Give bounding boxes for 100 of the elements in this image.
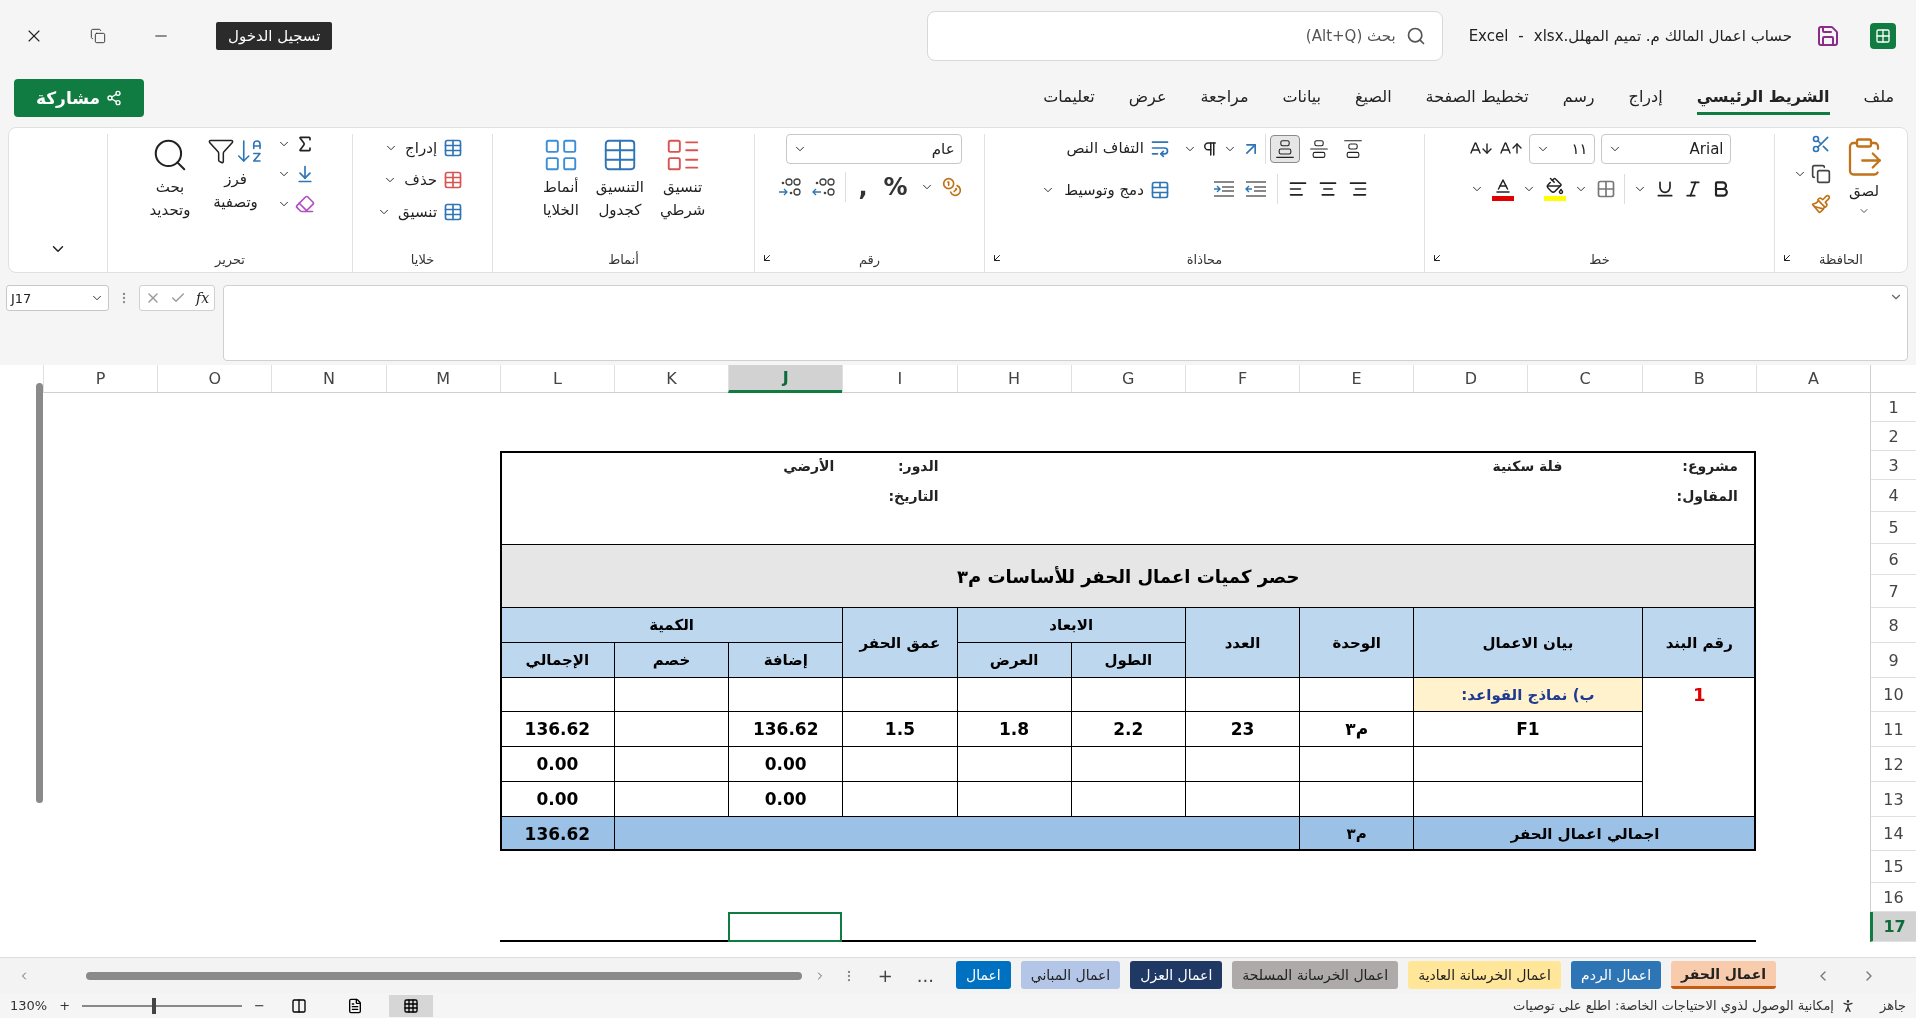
cells-button[interactable]: إدراج — [400, 134, 469, 162]
row-header[interactable]: 4 — [1870, 480, 1916, 512]
sheet-tab[interactable]: اعمال الخرسانة المسلحة — [1232, 961, 1399, 989]
row-header[interactable]: 10 — [1870, 678, 1916, 712]
dialog-launcher-icon[interactable] — [761, 252, 773, 264]
increase-decimal-icon[interactable] — [777, 176, 804, 198]
column-header[interactable]: H — [956, 365, 1071, 393]
formula-input[interactable] — [223, 285, 1908, 361]
name-box[interactable]: J17 — [6, 285, 109, 311]
ribbon-tab[interactable]: رسم — [1562, 81, 1595, 115]
column-header[interactable]: A — [1755, 365, 1870, 393]
row-header[interactable]: 2 — [1870, 422, 1916, 451]
copy-icon[interactable] — [1811, 164, 1831, 184]
column-header[interactable]: C — [1527, 365, 1642, 393]
row-header[interactable]: 12 — [1870, 747, 1916, 782]
column-header[interactable]: M — [385, 365, 500, 393]
currency-icon[interactable] — [941, 177, 962, 197]
insert-function-button[interactable]: fx — [196, 290, 210, 306]
sheet-tab[interactable]: اعمال العزل — [1130, 961, 1223, 989]
sign-in-button[interactable]: تسجيل الدخول — [216, 22, 333, 50]
indent-decrease-icon[interactable] — [1244, 180, 1267, 198]
column-header[interactable]: J — [728, 365, 843, 393]
row-header[interactable]: 17 — [1870, 912, 1916, 942]
ribbon-tab[interactable]: تخطيط الصفحة — [1425, 81, 1529, 115]
column-header[interactable]: L — [499, 365, 614, 393]
row-header[interactable]: 13 — [1870, 782, 1916, 817]
eraser-icon[interactable] — [294, 194, 315, 214]
ribbon-tab[interactable]: تعليمات — [1043, 81, 1095, 115]
decrease-decimal-icon[interactable] — [811, 176, 838, 198]
row-header[interactable]: 16 — [1870, 883, 1916, 912]
sort-filter-button[interactable]: فرز وتصفية — [202, 134, 269, 214]
zoom-slider-thumb[interactable] — [152, 997, 157, 1014]
accessibility-link[interactable]: إمكانية الوصول لذوي الاحتياجات الخاصة: اطلع على توصيات — [1513, 998, 1834, 1013]
save-icon[interactable] — [1816, 24, 1840, 48]
dialog-launcher-icon[interactable] — [1781, 252, 1793, 264]
style-button[interactable]: تنسيق شرطي — [655, 134, 710, 222]
row-header[interactable]: 3 — [1870, 451, 1916, 480]
ribbon-tab[interactable]: ملف — [1863, 81, 1894, 115]
comma-style-button[interactable]: , — [854, 173, 872, 201]
align-left-icon[interactable] — [1287, 179, 1308, 199]
align-center-icon[interactable] — [1317, 179, 1338, 199]
column-header[interactable]: N — [271, 365, 386, 393]
percent-button[interactable]: % — [879, 173, 912, 201]
font-name-field[interactable]: Arial — [1600, 134, 1731, 164]
row-header[interactable]: 7 — [1870, 575, 1916, 608]
row-header[interactable]: 6 — [1870, 544, 1916, 575]
ribbon-tab[interactable]: مراجعة — [1200, 81, 1249, 115]
row-header[interactable]: 15 — [1870, 851, 1916, 883]
number-format-field[interactable]: عام — [785, 134, 962, 164]
selected-cell[interactable] — [728, 912, 843, 942]
cells-button[interactable]: تنسيق — [392, 198, 469, 226]
column-header[interactable]: F — [1184, 365, 1300, 393]
ribbon-tab[interactable]: عرض — [1128, 81, 1167, 115]
sheet-tab[interactable]: اعمال — [955, 961, 1011, 989]
sheet-tab[interactable]: اعمال المباني — [1020, 961, 1121, 989]
column-header[interactable]: B — [1641, 365, 1756, 393]
column-header[interactable]: K — [613, 365, 729, 393]
style-button[interactable]: التنسيق كجدول — [591, 134, 648, 222]
add-sheet-button[interactable]: + — [865, 958, 905, 993]
find-select-button[interactable]: بحث وتحديد — [145, 134, 195, 222]
sheet-tab[interactable]: اعمال الردم — [1571, 961, 1662, 989]
format-painter-icon[interactable] — [1811, 194, 1831, 214]
zoom-level[interactable]: 130% — [10, 998, 48, 1013]
ribbon-tab[interactable]: إدراج — [1628, 81, 1663, 115]
column-header[interactable]: O — [157, 365, 272, 393]
column-header[interactable]: I — [842, 365, 957, 393]
indent-increase-icon[interactable] — [1212, 180, 1235, 198]
merge-center-button[interactable]: دمج وتوسيط — [1059, 176, 1175, 204]
normal-view-button[interactable] — [389, 994, 433, 1017]
zoom-in-button[interactable]: + — [59, 998, 71, 1013]
column-header[interactable]: E — [1299, 365, 1414, 393]
style-button[interactable]: أنماط الخلايا — [537, 134, 584, 222]
dialog-launcher-icon[interactable] — [1431, 252, 1443, 264]
ribbon-tab[interactable]: الصيغ — [1355, 81, 1392, 115]
dialog-launcher-icon[interactable] — [991, 252, 1003, 264]
share-button[interactable]: مشاركة — [14, 79, 144, 117]
cut-icon[interactable] — [1811, 134, 1831, 154]
cells-button[interactable]: حذف — [399, 166, 469, 194]
column-header[interactable]: G — [1070, 365, 1185, 393]
align-bottom-button[interactable] — [1269, 135, 1300, 163]
zoom-out-button[interactable]: − — [254, 998, 265, 1013]
row-header[interactable]: 1 — [1870, 393, 1916, 422]
row-header[interactable]: 8 — [1870, 608, 1916, 643]
more-sheets-button[interactable]: ... — [904, 958, 946, 993]
column-header[interactable]: P — [43, 365, 158, 393]
wrap-text-button[interactable]: التفاف النص — [1061, 134, 1175, 162]
row-header[interactable]: 5 — [1870, 512, 1916, 544]
search-field[interactable]: بحث (Alt+Q) — [926, 11, 1443, 61]
row-header[interactable]: 11 — [1870, 712, 1916, 747]
ribbon-tab[interactable]: بيانات — [1282, 81, 1322, 115]
borders-icon[interactable] — [1595, 179, 1616, 199]
align-right-icon[interactable] — [1347, 179, 1368, 199]
row-header[interactable]: 14 — [1870, 817, 1916, 851]
font-color-icon[interactable] — [1491, 177, 1514, 201]
font-size-field[interactable]: ١١ — [1528, 134, 1595, 164]
fill-color-icon[interactable] — [1543, 177, 1566, 201]
row-header[interactable]: 9 — [1870, 643, 1916, 678]
restore-icon[interactable] — [90, 28, 106, 44]
paste-button[interactable]: لصق — [1839, 134, 1889, 219]
sheet-tab[interactable]: اعمال الحفر — [1671, 961, 1776, 989]
